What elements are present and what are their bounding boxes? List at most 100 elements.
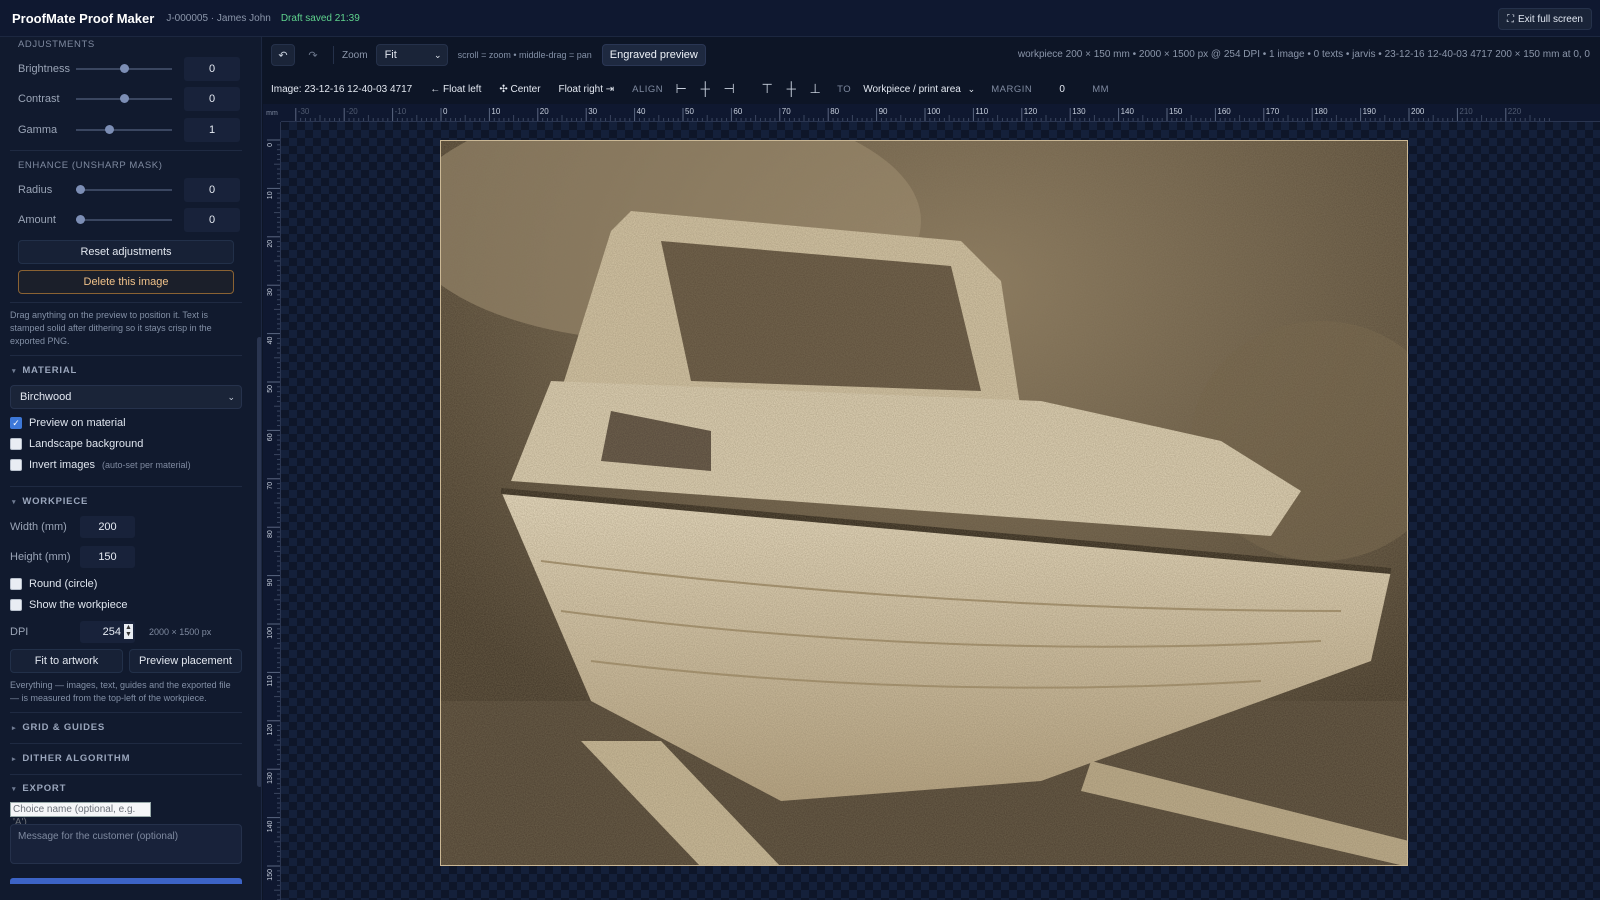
float-left-button[interactable]: ← Float left <box>430 84 481 95</box>
contrast-input[interactable]: 0 <box>184 87 240 111</box>
width-input[interactable]: 200 <box>80 516 135 538</box>
center-button[interactable]: ✣ Center <box>499 84 540 95</box>
gamma-thumb[interactable] <box>105 125 115 134</box>
dpi-row: DPI 254 ▲ ▼ 2000 × 1500 px <box>10 621 211 643</box>
gamma-input[interactable]: 1 <box>184 118 240 142</box>
ruler-label: 110 <box>267 675 274 686</box>
preview-placement-button[interactable]: Preview placement <box>129 649 242 673</box>
sidebar-scrollbar[interactable] <box>257 337 261 787</box>
landscape-background-row[interactable]: Landscape background <box>10 438 143 450</box>
align-hcenter-icon[interactable]: ┼ <box>697 82 713 96</box>
margin-input[interactable]: 0 <box>1046 84 1078 95</box>
enhance-heading: ENHANCE (UNSHARP MASK) <box>18 160 163 171</box>
zoom-select[interactable]: Fit ⌄ <box>375 44 448 66</box>
ruler-label: 70 <box>782 107 791 116</box>
ruler-label: 130 <box>1072 107 1086 116</box>
round-row[interactable]: Round (circle) <box>10 578 97 590</box>
ruler-top-scale: -30 -20 -10 0 10 20 30 40 50 60 70 80 90 100 110 120 130… <box>295 107 1550 121</box>
align-label: ALIGN <box>632 83 664 95</box>
customer-message-input[interactable]: Message for the customer (optional) <box>10 824 242 864</box>
ruler-label: 100 <box>267 627 274 639</box>
align-top-icon[interactable]: ⊤ <box>759 82 775 96</box>
dpi-label: DPI <box>10 626 29 638</box>
choice-name-input[interactable]: Choice name (optional, e.g. 'A') <box>10 802 151 828</box>
export-section-toggle[interactable]: ▾ EXPORT <box>12 783 66 794</box>
contrast-thumb[interactable] <box>120 94 129 103</box>
reset-adjustments-button[interactable]: Reset adjustments <box>18 240 234 264</box>
amount-input[interactable]: 0 <box>184 208 240 232</box>
ruler-label: -20 <box>346 107 358 116</box>
dither-section-toggle[interactable]: ▸ DITHER ALGORITHM <box>12 753 130 764</box>
preview-canvas[interactable] <box>281 122 1600 900</box>
brightness-input[interactable]: 0 <box>184 57 240 81</box>
divider <box>10 774 242 775</box>
material-select[interactable]: Birchwood ⌄ <box>10 385 242 409</box>
title-bar: ProofMate Proof Maker J-000005 · James J… <box>0 0 1600 37</box>
workpiece-section-toggle[interactable]: ▾ WORKPIECE <box>12 496 88 507</box>
round-checkbox[interactable] <box>10 578 22 590</box>
divider <box>10 712 242 713</box>
fullscreen-icon: ⛶ <box>1506 13 1514 25</box>
image-toolbar: Image: 23-12-16 12-40-03 4717 ← Float le… <box>263 76 1600 102</box>
export-button[interactable] <box>10 878 242 884</box>
ruler-label: 160 <box>1217 107 1231 116</box>
brightness-slider[interactable] <box>76 64 172 73</box>
invert-images-row[interactable]: Invert images (auto-set per material) <box>10 459 191 471</box>
ruler-label: -10 <box>395 107 407 116</box>
grain-overlay <box>441 141 1407 865</box>
amount-thumb[interactable] <box>76 215 85 224</box>
show-workpiece-row[interactable]: Show the workpiece <box>10 599 127 611</box>
radius-thumb[interactable] <box>76 185 85 194</box>
align-right-icon[interactable]: ⊣ <box>721 82 737 96</box>
height-input[interactable]: 150 <box>80 546 135 568</box>
ruler-label: 180 <box>1314 107 1328 116</box>
workpiece-image[interactable] <box>440 140 1408 866</box>
align-target-select[interactable]: Workpiece / print area ⌄ <box>859 79 977 99</box>
align-bottom-icon[interactable]: ⊥ <box>807 82 823 96</box>
material-section-toggle[interactable]: ▾ MATERIAL <box>12 365 77 376</box>
preview-on-material-row[interactable]: ✓ Preview on material <box>10 417 126 429</box>
spinner-icon[interactable]: ▲ ▼ <box>124 624 133 639</box>
ruler-label: 0 <box>443 107 448 116</box>
boat-photo[interactable] <box>441 141 1408 866</box>
brightness-label: Brightness <box>18 63 70 75</box>
radius-input[interactable]: 0 <box>184 178 240 202</box>
ruler-label: 120 <box>1024 107 1038 116</box>
engraved-preview-button[interactable]: Engraved preview <box>601 44 706 66</box>
ruler-label: 90 <box>267 579 274 587</box>
margin-unit: MM <box>1092 83 1110 95</box>
align-vcenter-icon[interactable]: ┼ <box>783 82 799 96</box>
brightness-thumb[interactable] <box>120 64 129 73</box>
sidebar[interactable]: ADJUSTMENTS Brightness 0 Contrast 0 Gamm… <box>0 37 262 900</box>
ruler-label: 60 <box>267 433 274 441</box>
gamma-slider[interactable] <box>76 125 172 134</box>
preview-on-material-checkbox[interactable]: ✓ <box>10 417 22 429</box>
grid-section-toggle[interactable]: ▸ GRID & GUIDES <box>12 722 105 733</box>
contrast-slider[interactable] <box>76 94 172 103</box>
show-workpiece-checkbox[interactable] <box>10 599 22 611</box>
contrast-label: Contrast <box>18 93 60 105</box>
contrast-row: Contrast 0 <box>18 87 240 111</box>
amount-slider[interactable] <box>76 215 172 224</box>
radius-slider[interactable] <box>76 185 172 194</box>
align-left-icon[interactable]: ⊢ <box>673 82 689 96</box>
dpi-input[interactable]: 254 ▲ ▼ <box>80 621 135 643</box>
amount-row: Amount 0 <box>18 208 240 232</box>
invert-images-checkbox[interactable] <box>10 459 22 471</box>
fit-to-artwork-button[interactable]: Fit to artwork <box>10 649 123 673</box>
undo-button[interactable]: ↶ <box>271 44 295 66</box>
image-name: Image: 23-12-16 12-40-03 4717 <box>271 83 413 95</box>
landscape-background-checkbox[interactable] <box>10 438 22 450</box>
redo-button[interactable]: ↷ <box>301 44 325 66</box>
invert-images-label: Invert images <box>29 459 96 471</box>
grid-heading: GRID & GUIDES <box>22 722 106 733</box>
ruler-label: 30 <box>267 288 274 296</box>
margin-label: MARGIN <box>991 83 1033 95</box>
exit-fullscreen-button[interactable]: ⛶ Exit full screen <box>1497 8 1592 30</box>
ruler-label: 130 <box>267 772 274 784</box>
delete-image-button[interactable]: Delete this image <box>18 270 234 294</box>
preview-on-material-label: Preview on material <box>29 417 126 429</box>
chevron-down-icon: ⌄ <box>967 83 976 94</box>
divider <box>333 46 334 64</box>
float-right-button[interactable]: Float right ⇥ <box>559 84 615 95</box>
